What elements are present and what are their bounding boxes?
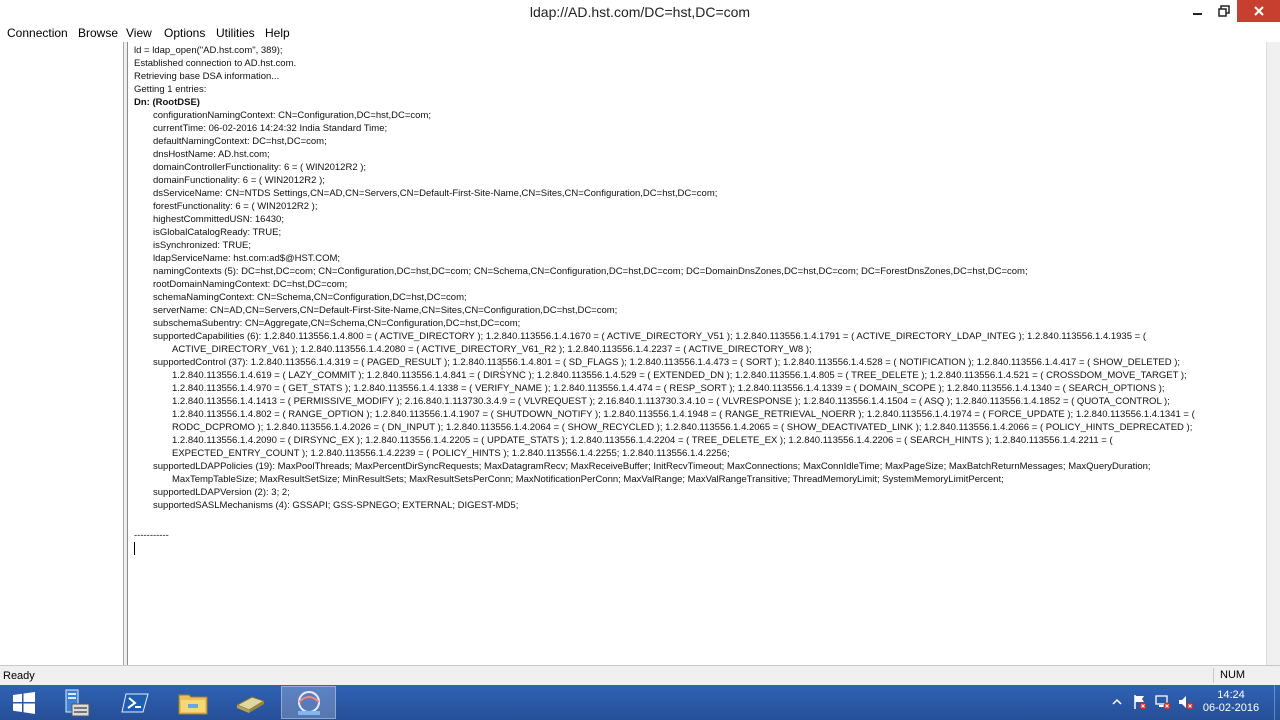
- tray-action-center[interactable]: [1131, 694, 1149, 710]
- output-line: dsServiceName: CN=NTDS Settings,CN=AD,CN…: [153, 188, 718, 199]
- output-separator: -----------: [134, 530, 169, 541]
- output-line: configurationNamingContext: CN=Configura…: [153, 110, 432, 121]
- taskbar-ldp[interactable]: [281, 686, 336, 719]
- output-line: ldapServiceName: hst.com:ad$@HST.COM;: [153, 253, 341, 264]
- window-title: ldap://AD.hst.com/DC=hst,DC=com: [529, 4, 751, 20]
- output-line: supportedLDAPPolicies (19): MaxPoolThrea…: [153, 461, 1151, 472]
- output-line: highestCommittedUSN: 16430;: [153, 214, 284, 225]
- clock-time: 14:24: [1217, 689, 1245, 701]
- chevron-up-icon: [1112, 698, 1122, 705]
- taskbar-powershell[interactable]: [110, 686, 160, 719]
- output-line: 1.2.840.113556.1.4.970 = ( GET_STATS ); …: [172, 383, 1165, 394]
- output-line: schemaNamingContext: CN=Schema,CN=Config…: [153, 292, 467, 303]
- tray-overflow-button[interactable]: [1110, 694, 1124, 710]
- output-line: dnsHostName: AD.hst.com;: [153, 149, 270, 160]
- output-line: domainFunctionality: 6 = ( WIN2012R2 );: [153, 175, 325, 186]
- maximize-button[interactable]: [1211, 0, 1237, 22]
- output-line: 1.2.840.113556.1.4.619 = ( LAZY_COMMIT )…: [172, 370, 1187, 381]
- text-caret: [134, 542, 135, 555]
- output-line: Established connection to AD.hst.com.: [134, 58, 297, 69]
- output-line: ld = ldap_open("AD.hst.com", 389);: [134, 45, 283, 56]
- output-line: Retrieving base DSA information...: [134, 71, 280, 82]
- close-icon: [1253, 6, 1264, 16]
- taskbar-file-explorer[interactable]: [168, 686, 218, 719]
- server-manager-icon: [65, 689, 90, 716]
- output-line: namingContexts (5): DC=hst,DC=com; CN=Co…: [153, 266, 1028, 277]
- output-line: Getting 1 entries:: [134, 84, 207, 95]
- action-center-icon: [1134, 695, 1147, 710]
- taskbar: 14:24 06-02-2016: [0, 685, 1280, 720]
- output-pane[interactable]: ld = ldap_open("AD.hst.com", 389); Estab…: [128, 42, 1266, 665]
- menu-connection[interactable]: Connection: [7, 26, 68, 40]
- taskbar-server-manager[interactable]: [54, 686, 98, 719]
- menu-options[interactable]: Options: [164, 26, 205, 40]
- output-line: RODC_DCPROMO ); 1.2.840.113556.1.4.2026 …: [172, 422, 1193, 433]
- volume-icon: [1179, 696, 1194, 710]
- clock-date: 06-02-2016: [1202, 702, 1260, 714]
- close-button[interactable]: [1237, 0, 1280, 22]
- admin-tool-icon: [235, 695, 266, 713]
- menu-bar: Connection Browse View Options Utilities…: [0, 24, 1280, 43]
- output-line: currentTime: 06-02-2016 14:24:32 India S…: [153, 123, 388, 134]
- tree-pane[interactable]: [0, 42, 124, 665]
- status-bar: Ready NUM: [0, 665, 1280, 686]
- powershell-icon: [121, 693, 149, 712]
- output-line: subschemaSubentry: CN=Aggregate,CN=Schem…: [153, 318, 521, 329]
- tray-network[interactable]: [1154, 694, 1172, 710]
- maximize-icon: [1218, 5, 1230, 17]
- file-explorer-icon: [178, 694, 208, 714]
- output-line: 1.2.840.113556.1.4.802 = ( RANGE_OPTION …: [172, 409, 1195, 420]
- output-line: isSynchronized: TRUE;: [153, 240, 252, 251]
- output-line: MaxTempTableSize; MaxResultSetSize; MinR…: [172, 474, 1004, 485]
- output-line: isGlobalCatalogReady: TRUE;: [153, 227, 282, 238]
- num-lock-indicator: NUM: [1213, 668, 1260, 683]
- tray-volume[interactable]: [1177, 694, 1195, 710]
- output-line: supportedControl (37): 1.2.840.113556.1.…: [153, 357, 1181, 368]
- output-line: rootDomainNamingContext: DC=hst,DC=com;: [153, 279, 348, 290]
- ibeam-cursor-icon: [501, 364, 503, 370]
- windows-logo-icon: [13, 691, 35, 714]
- title-bar: ldap://AD.hst.com/DC=hst,DC=com: [0, 0, 1280, 24]
- taskbar-admin-tool[interactable]: [225, 686, 275, 719]
- output-line: EXPECTED_ENTRY_COUNT ); 1.2.840.113556.1…: [172, 448, 730, 459]
- menu-browse[interactable]: Browse: [78, 26, 118, 40]
- menu-view[interactable]: View: [126, 26, 152, 40]
- output-line: supportedCapabilities (6): 1.2.840.11355…: [153, 331, 1146, 342]
- output-line: ACTIVE_DIRECTORY_V61 ); 1.2.840.113556.1…: [172, 344, 812, 355]
- output-line: supportedLDAPVersion (2): 3; 2;: [153, 487, 290, 498]
- output-line: domainControllerFunctionality: 6 = ( WIN…: [153, 162, 367, 173]
- ldp-icon: [297, 690, 320, 715]
- minimize-icon: [1192, 13, 1202, 15]
- taskbar-clock[interactable]: 14:24 06-02-2016: [1200, 689, 1262, 715]
- output-line: forestFunctionality: 6 = ( WIN2012R2 );: [153, 201, 318, 212]
- menu-help[interactable]: Help: [265, 26, 290, 40]
- start-button[interactable]: [0, 686, 48, 719]
- menu-utilities[interactable]: Utilities: [216, 26, 255, 40]
- output-line: 1.2.840.113556.1.4.1413 = ( PERMISSIVE_M…: [172, 396, 1170, 407]
- output-line: defaultNamingContext: DC=hst,DC=com;: [153, 136, 327, 147]
- output-dn-line: Dn: (RootDSE): [134, 97, 200, 108]
- vertical-scrollbar[interactable]: [1266, 42, 1280, 665]
- network-icon: [1155, 695, 1171, 710]
- show-desktop-button[interactable]: [1274, 685, 1280, 720]
- output-line: supportedSASLMechanisms (4): GSSAPI; GSS…: [153, 500, 519, 511]
- status-text: Ready: [3, 670, 35, 682]
- output-line: 1.2.840.113556.1.4.2090 = ( DIRSYNC_EX )…: [172, 435, 1113, 446]
- minimize-button[interactable]: [1184, 0, 1211, 22]
- output-line: serverName: CN=AD,CN=Servers,CN=Default-…: [153, 305, 618, 316]
